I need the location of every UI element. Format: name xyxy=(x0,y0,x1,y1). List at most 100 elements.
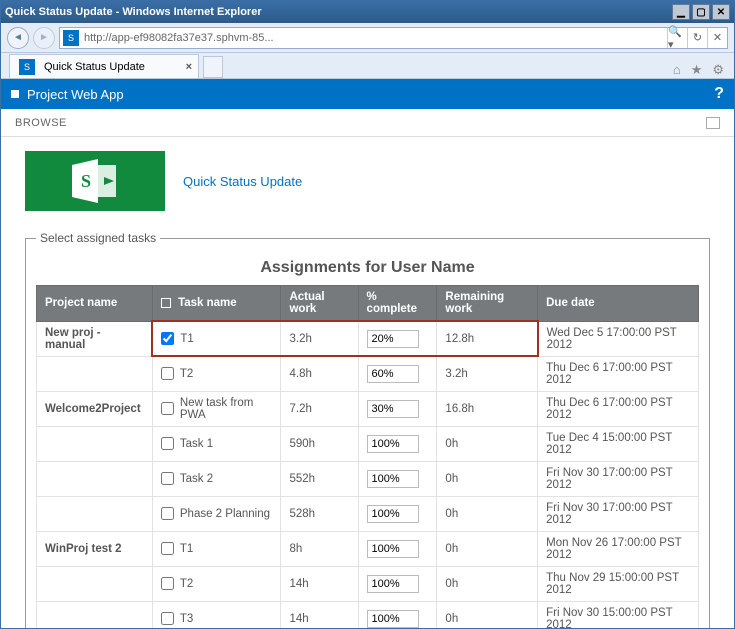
stop-icon[interactable]: ✕ xyxy=(707,28,727,48)
table-row: T24.8h3.2hThu Dec 6 17:00:00 PST 2012 xyxy=(37,356,699,391)
cell-remaining: 3.2h xyxy=(437,356,538,391)
pct-input[interactable] xyxy=(367,435,419,453)
pct-input[interactable] xyxy=(367,505,419,523)
cell-project xyxy=(37,601,153,628)
cell-task: Phase 2 Planning xyxy=(152,496,281,531)
col-actual: Actual work xyxy=(281,286,358,322)
pct-input[interactable] xyxy=(367,540,419,558)
tools-icon[interactable]: ⚙ xyxy=(712,62,724,78)
cell-actual: 7.2h xyxy=(281,391,358,426)
close-window-button[interactable]: ✕ xyxy=(712,4,730,20)
cell-pct xyxy=(358,461,437,496)
cell-pct xyxy=(358,496,437,531)
cell-due: Thu Nov 29 15:00:00 PST 2012 xyxy=(538,566,699,601)
window-buttons: ▁ ▢ ✕ xyxy=(672,4,730,20)
task-checkbox[interactable] xyxy=(161,612,174,625)
task-checkbox[interactable] xyxy=(161,542,174,555)
cell-task: T2 xyxy=(152,566,281,601)
table-row: Task 2552h0hFri Nov 30 17:00:00 PST 2012 xyxy=(37,461,699,496)
col-remaining: Remaining work xyxy=(437,286,538,322)
tab-strip: S Quick Status Update × ⌂ ★ ⚙ xyxy=(1,53,734,79)
cell-project xyxy=(37,461,153,496)
pct-input[interactable] xyxy=(367,470,419,488)
cell-task: Task 2 xyxy=(152,461,281,496)
favorites-icon[interactable]: ★ xyxy=(691,62,703,78)
cell-remaining: 0h xyxy=(437,461,538,496)
table-header-row: Project name Task name Actual work % com… xyxy=(37,286,699,322)
table-row: T214h 0hThu Nov 29 15:00:00 PST 2012 xyxy=(37,566,699,601)
table-row: Phase 2 Planning528h0hFri Nov 30 17:00:0… xyxy=(37,496,699,531)
refresh-icon[interactable]: ↻ xyxy=(687,28,707,48)
tab-site-icon: S xyxy=(19,59,35,75)
pct-input[interactable] xyxy=(367,610,419,628)
ribbon-browse-tab[interactable]: BROWSE xyxy=(15,117,67,129)
maximize-button[interactable]: ▢ xyxy=(692,4,710,20)
pct-input[interactable] xyxy=(367,330,419,348)
cell-pct xyxy=(358,566,437,601)
cell-due: Tue Dec 4 15:00:00 PST 2012 xyxy=(538,426,699,461)
task-name: T1 xyxy=(180,543,193,555)
browser-tab[interactable]: S Quick Status Update × xyxy=(9,54,199,78)
task-checkbox[interactable] xyxy=(161,507,174,520)
search-dropdown-icon[interactable]: 🔍▾ xyxy=(667,28,687,48)
assignments-heading: Assignments for User Name xyxy=(36,259,699,277)
table-row: Task 1590h0hTue Dec 4 15:00:00 PST 2012 xyxy=(37,426,699,461)
cell-remaining: 0h xyxy=(437,566,538,601)
task-checkbox[interactable] xyxy=(161,367,174,380)
cell-pct xyxy=(358,601,437,628)
suite-logo-icon xyxy=(11,90,19,98)
suite-title[interactable]: Project Web App xyxy=(27,87,124,102)
pct-input[interactable] xyxy=(367,365,419,383)
cell-task: T3 xyxy=(152,601,281,628)
cell-due: Mon Nov 26 17:00:00 PST 2012 xyxy=(538,531,699,566)
suite-bar: Project Web App ? xyxy=(1,79,734,109)
new-tab-button[interactable] xyxy=(203,56,223,78)
browser-window: Quick Status Update - Windows Internet E… xyxy=(0,0,735,629)
cell-project xyxy=(37,496,153,531)
cell-actual: 14h xyxy=(281,566,358,601)
help-icon[interactable]: ? xyxy=(714,85,724,103)
task-checkbox[interactable] xyxy=(161,402,174,415)
ribbon: BROWSE xyxy=(1,109,734,137)
cell-remaining: 0h xyxy=(437,601,538,628)
forward-button[interactable]: ► xyxy=(33,27,55,49)
table-row: T314h 0hFri Nov 30 15:00:00 PST 2012 xyxy=(37,601,699,628)
cell-project xyxy=(37,566,153,601)
address-bar[interactable]: S 🔍▾ ↻ ✕ xyxy=(59,27,728,49)
assignments-table: Project name Task name Actual work % com… xyxy=(36,285,699,628)
task-checkbox[interactable] xyxy=(161,332,174,345)
cell-actual: 552h xyxy=(281,461,358,496)
table-row: New proj - manualT13.2h12.8hWed Dec 5 17… xyxy=(37,321,699,356)
page-content: Select assigned tasks Assignments for Us… xyxy=(1,231,734,628)
col-task: Task name xyxy=(152,286,281,322)
site-icon: S xyxy=(63,30,79,46)
cell-task: T1 xyxy=(152,321,281,356)
minimize-button[interactable]: ▁ xyxy=(672,4,690,20)
task-checkbox[interactable] xyxy=(161,472,174,485)
toolbar-icons: ⌂ ★ ⚙ xyxy=(673,62,734,78)
cell-remaining: 0h xyxy=(437,496,538,531)
select-all-checkbox[interactable] xyxy=(161,298,171,308)
sharepoint-icon: S xyxy=(70,159,120,203)
cell-actual: 14h xyxy=(281,601,358,628)
cell-due: Thu Dec 6 17:00:00 PST 2012 xyxy=(538,391,699,426)
address-input[interactable] xyxy=(82,29,667,47)
pct-input[interactable] xyxy=(367,575,419,593)
cell-task: Task 1 xyxy=(152,426,281,461)
cell-actual: 3.2h xyxy=(281,321,358,356)
cell-due: Fri Nov 30 17:00:00 PST 2012 xyxy=(538,496,699,531)
task-name: T1 xyxy=(180,333,193,345)
task-name: New task from PWA xyxy=(180,397,273,421)
pct-input[interactable] xyxy=(367,400,419,418)
task-checkbox[interactable] xyxy=(161,437,174,450)
cell-project: New proj - manual xyxy=(37,321,153,356)
focus-content-icon[interactable] xyxy=(706,117,720,129)
cell-task: New task from PWA xyxy=(152,391,281,426)
task-checkbox[interactable] xyxy=(161,577,174,590)
cell-remaining: 12.8h xyxy=(437,321,538,356)
cell-pct xyxy=(358,426,437,461)
tab-close-icon[interactable]: × xyxy=(186,61,192,73)
back-button[interactable]: ◄ xyxy=(7,27,29,49)
cell-due: Fri Nov 30 15:00:00 PST 2012 xyxy=(538,601,699,628)
home-icon[interactable]: ⌂ xyxy=(673,62,681,78)
